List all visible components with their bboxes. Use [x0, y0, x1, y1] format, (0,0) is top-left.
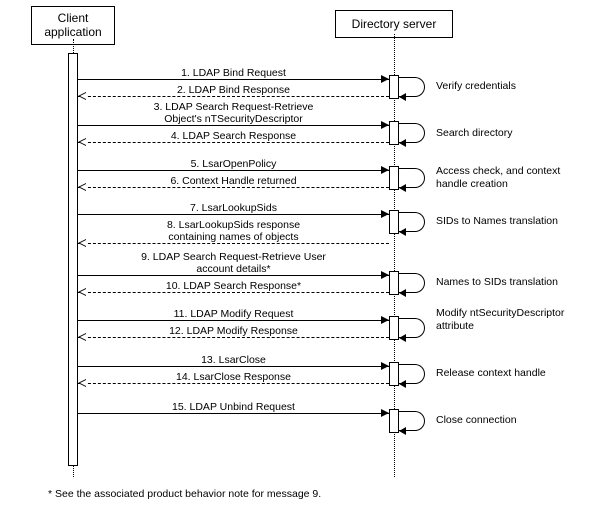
msg-11-label: 11. LDAP Modify Request [78, 308, 389, 320]
msg-14-label: 14. LsarClose Response [78, 371, 389, 383]
note-3: Access check, and context handle creatio… [436, 165, 592, 190]
note-5: Names to SIDs translation [436, 276, 592, 289]
msg-1-line [78, 79, 389, 80]
msg-14-line [78, 383, 389, 384]
msg-6-label: 6. Context Handle returned [78, 175, 389, 187]
msg-11-line [78, 320, 389, 321]
msg-12-label: 12. LDAP Modify Response [78, 325, 389, 337]
msg-6-line [78, 187, 389, 188]
note-7: Release context handle [436, 367, 596, 380]
msg-13-line [78, 366, 389, 367]
msg-13-label: 13. LsarClose [78, 354, 389, 366]
msg-7-label: 7. LsarLookupSids [78, 202, 389, 214]
activation-server-1 [389, 75, 399, 99]
msg-10-line [78, 292, 389, 293]
note-1: Verify credentials [436, 80, 586, 93]
self-arrow-7 [399, 380, 406, 388]
activation-server-3 [389, 166, 399, 190]
msg-8-label: 8. LsarLookupSids response containing na… [78, 219, 389, 243]
msg-2-label: 2. LDAP Bind Response [78, 84, 389, 96]
note-2: Search directory [436, 127, 586, 140]
msg-9-line [78, 275, 389, 276]
self-arrow-5 [399, 289, 406, 297]
self-arrow-3 [399, 184, 406, 192]
footnote: * See the associated product behavior no… [48, 488, 321, 500]
self-arrow-6 [399, 334, 406, 342]
activation-server-7 [389, 362, 399, 386]
msg-12-line [78, 337, 389, 338]
activation-server-5 [389, 271, 399, 295]
msg-4-line [78, 142, 389, 143]
activation-server-8 [389, 409, 399, 433]
msg-15-line [78, 413, 389, 414]
self-arrow-2 [399, 139, 406, 147]
note-8: Close connection [436, 414, 592, 427]
msg-2-line [78, 96, 389, 97]
note-4: SIDs to Names translation [436, 215, 592, 228]
msg-10-label: 10. LDAP Search Response* [78, 280, 389, 292]
msg-5-label: 5. LsarOpenPolicy [78, 158, 389, 170]
msg-4-label: 4. LDAP Search Response [78, 130, 389, 142]
msg-3-line [78, 125, 389, 126]
activation-server-6 [389, 316, 399, 340]
self-arrow-4 [399, 228, 406, 236]
activation-server-4 [389, 210, 399, 234]
msg-7-line [78, 214, 389, 215]
self-arrow-8 [399, 427, 406, 435]
msg-3-label: 3. LDAP Search Request-Retrieve Object's… [78, 101, 389, 125]
msg-8-line [78, 243, 389, 244]
msg-1-label: 1. LDAP Bind Request [78, 67, 389, 79]
msg-9-label: 9. LDAP Search Request-Retrieve User acc… [78, 251, 389, 275]
msg-15-label: 15. LDAP Unbind Request [78, 401, 389, 413]
note-6: Modify ntSecurityDescriptor attribute [436, 307, 592, 332]
msg-5-line [78, 170, 389, 171]
activation-client [68, 53, 78, 466]
activation-server-2 [389, 121, 399, 145]
self-arrow-1 [399, 93, 406, 101]
